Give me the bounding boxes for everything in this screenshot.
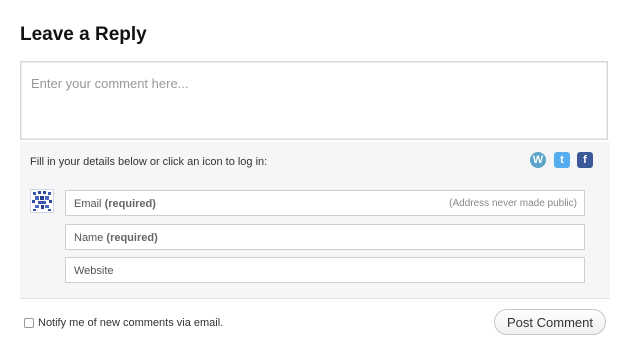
notify-checkbox-row[interactable]: Notify me of new comments via email. [24, 317, 223, 329]
website-field[interactable]: Website [65, 257, 585, 283]
comment-box[interactable] [20, 61, 608, 140]
details-panel: Fill in your details below or click an i… [20, 142, 610, 299]
website-input[interactable] [66, 258, 584, 282]
gravatar-icon [32, 191, 52, 211]
wordpress-icon[interactable]: W [530, 152, 546, 168]
twitter-icon[interactable]: t [554, 152, 570, 168]
avatar [30, 189, 54, 213]
email-hint: (Address never made public) [449, 198, 577, 209]
facebook-icon[interactable]: f [577, 152, 593, 168]
post-comment-button[interactable]: Post Comment [494, 309, 606, 335]
name-field[interactable]: Name (required) [65, 224, 585, 250]
notify-label: Notify me of new comments via email. [38, 317, 224, 329]
notify-checkbox[interactable] [24, 318, 34, 328]
comment-textarea[interactable] [21, 62, 607, 139]
email-field[interactable]: Email (required) (Address never made pub… [65, 190, 585, 216]
page-title: Leave a Reply [20, 24, 147, 45]
name-input[interactable] [66, 225, 584, 249]
login-prompt: Fill in your details below or click an i… [30, 156, 268, 168]
